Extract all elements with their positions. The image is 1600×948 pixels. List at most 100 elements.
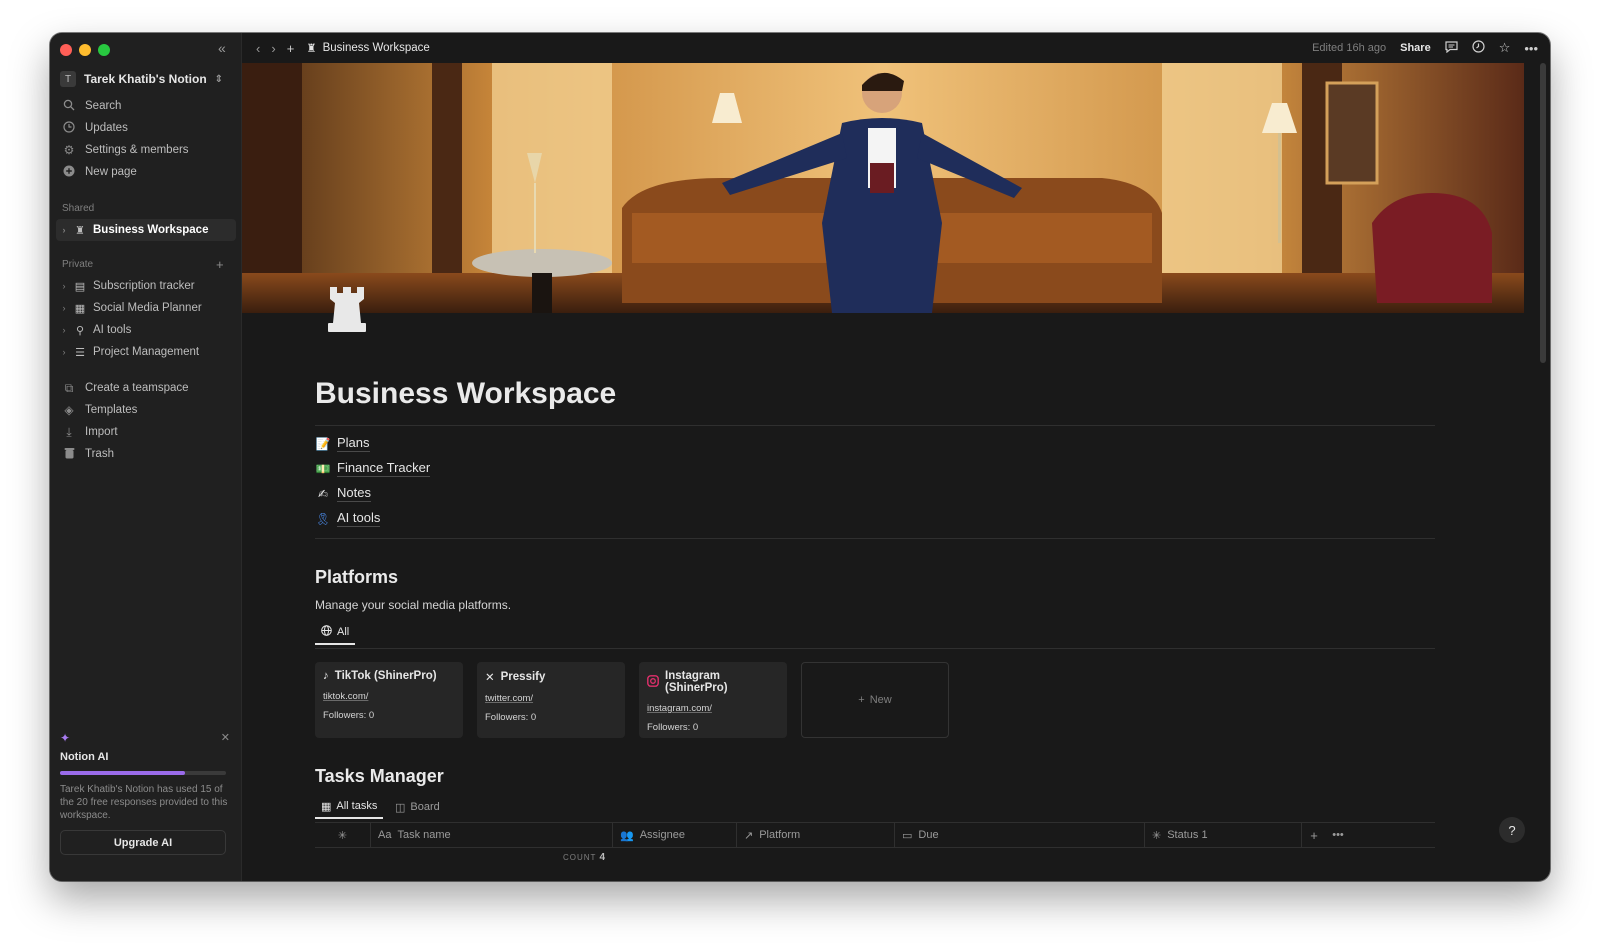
chevron-right-icon[interactable]: ›	[56, 325, 72, 335]
sidebar-item-project-management[interactable]: › ☰ Project Management	[56, 341, 236, 363]
divider	[315, 425, 1435, 426]
page-link-finance-tracker[interactable]: 💵 Finance Tracker	[315, 460, 431, 477]
sidebar-item-label: Templates	[85, 404, 138, 416]
ai-usage-bar-fill	[60, 771, 185, 775]
minimize-window-button[interactable]	[79, 44, 91, 56]
window-controls	[60, 44, 110, 56]
sidebar-item-search[interactable]: Search	[56, 95, 236, 117]
page-scrollbar[interactable]	[1540, 63, 1546, 363]
sidebar-item-business-workspace[interactable]: › ♜ Business Workspace	[56, 219, 236, 241]
sidebar-item-label: Settings & members	[85, 144, 189, 156]
card-url[interactable]: twitter.com/	[485, 693, 617, 704]
sidebar-item-social-media-planner[interactable]: › ▦ Social Media Planner	[56, 297, 236, 319]
sidebar-item-label: Subscription tracker	[93, 280, 195, 292]
more-icon[interactable]: •••	[1326, 822, 1350, 848]
card-url[interactable]: tiktok.com/	[323, 691, 455, 702]
sidebar-item-label: Create a teamspace	[85, 382, 189, 394]
workspace-switcher[interactable]: T Tarek Khatib's Notion ⇕	[60, 71, 223, 87]
column-header-due[interactable]: ▭ Due	[895, 822, 1145, 848]
column-header-status[interactable]: ✳ Status 1	[1145, 822, 1302, 848]
tasks-heading[interactable]: Tasks Manager	[315, 766, 444, 787]
close-window-button[interactable]	[60, 44, 72, 56]
page-link-ai-tools[interactable]: 🎗 AI tools	[315, 510, 381, 527]
card-url[interactable]: instagram.com/	[647, 703, 779, 714]
topbar-actions: Edited 16h ago Share ☆ •••	[1312, 33, 1538, 63]
shapes-icon: ◈	[64, 403, 74, 417]
maximize-window-button[interactable]	[98, 44, 110, 56]
rook-icon[interactable]	[326, 285, 368, 338]
sidebar-item-label: Updates	[85, 122, 128, 134]
count-summary[interactable]: COUNT 4	[563, 852, 605, 863]
history-icon[interactable]	[1472, 40, 1485, 56]
comment-icon[interactable]	[1445, 40, 1458, 56]
nav-arrows: ‹ › +	[242, 41, 294, 56]
platforms-heading[interactable]: Platforms	[315, 567, 398, 588]
page-link-plans[interactable]: 📝 Plans	[315, 435, 370, 452]
chevron-right-icon[interactable]: ›	[56, 303, 72, 313]
tab-board[interactable]: ◫ Board	[389, 795, 446, 819]
back-arrow-icon[interactable]: ‹	[256, 41, 260, 56]
gantt-icon: ☰	[75, 346, 85, 359]
sidebar-item-settings[interactable]: ⚙ Settings & members	[56, 139, 236, 161]
arrow-up-right-icon: ↗	[744, 829, 754, 842]
more-icon[interactable]: •••	[1524, 41, 1538, 56]
sidebar-item-templates[interactable]: ◈ Templates	[56, 399, 236, 421]
new-card-button[interactable]: + New	[801, 662, 949, 738]
sidebar-item-import[interactable]: ⤓ Import	[56, 421, 236, 443]
chevron-right-icon[interactable]: ›	[56, 347, 72, 357]
star-icon[interactable]: ☆	[1499, 40, 1511, 56]
notion-ai-card: ✦ ✕ Notion AI Tarek Khatib's Notion has …	[60, 731, 230, 855]
tab-all-tasks[interactable]: ▦ All tasks	[315, 795, 384, 819]
collapse-sidebar-icon[interactable]: «	[218, 40, 226, 56]
plus-icon: +	[858, 694, 865, 706]
platform-card-pressify[interactable]: ✕ Pressify twitter.com/ Followers: 0	[477, 662, 625, 738]
forward-arrow-icon[interactable]: ›	[271, 41, 275, 56]
page-title[interactable]: Business Workspace	[315, 377, 616, 411]
platforms-description: Manage your social media platforms.	[315, 598, 512, 612]
table-icon: ▦	[74, 302, 86, 315]
section-label-private: Private	[62, 259, 94, 270]
upgrade-ai-button[interactable]: Upgrade AI	[60, 830, 226, 855]
sidebar-item-label: Business Workspace	[93, 224, 209, 236]
plus-circle-icon	[62, 165, 76, 180]
cover-image[interactable]	[242, 63, 1524, 313]
breadcrumb[interactable]: ♜ Business Workspace	[306, 41, 429, 55]
tab-all[interactable]: All	[315, 621, 356, 645]
column-header-task-name[interactable]: Aa Task name	[371, 822, 613, 848]
column-header-platform[interactable]: ↗ Platform	[737, 822, 895, 848]
sidebar-item-trash[interactable]: Trash	[56, 443, 236, 465]
sidebar-item-updates[interactable]: Updates	[56, 117, 236, 139]
edited-timestamp: Edited 16h ago	[1312, 42, 1387, 54]
sidebar-bottom-nav: ⧉ Create a teamspace ◈ Templates ⤓ Impor…	[56, 377, 236, 465]
share-button[interactable]: Share	[1400, 42, 1431, 54]
chevron-right-icon[interactable]: ›	[56, 281, 72, 291]
sidebar-item-label: Social Media Planner	[93, 302, 202, 314]
sidebar-item-ai-tools[interactable]: › ⚲ AI tools	[56, 319, 236, 341]
chevron-right-icon[interactable]: ›	[56, 225, 72, 235]
page-link-notes[interactable]: ✍ Notes	[315, 485, 371, 502]
globe-icon	[321, 625, 332, 639]
money-icon: 💵	[315, 461, 331, 476]
ai-usage-description: Tarek Khatib's Notion has used 15 of the…	[60, 784, 228, 821]
clock-icon	[62, 120, 76, 136]
sidebar-item-label: Search	[85, 100, 122, 112]
platform-card-instagram[interactable]: Instagram (ShinerPro) instagram.com/ Fol…	[639, 662, 787, 738]
status-loader-icon[interactable]: ✳	[315, 822, 371, 848]
sidebar-item-label: Import	[85, 426, 118, 438]
add-private-page-icon[interactable]: +	[216, 257, 224, 272]
topbar: ‹ › + ♜ Business Workspace Edited 16h ag…	[242, 33, 1550, 63]
divider	[315, 538, 1435, 539]
sidebar-item-create-teamspace[interactable]: ⧉ Create a teamspace	[56, 377, 236, 399]
add-column-icon[interactable]: +	[1302, 822, 1326, 848]
sidebar-item-subscription-tracker[interactable]: › ▤ Subscription tracker	[56, 275, 236, 297]
close-icon[interactable]: ✕	[221, 731, 230, 744]
workspace-avatar: T	[60, 71, 76, 87]
platform-card-tiktok[interactable]: ♪ TikTok (ShinerPro) tiktok.com/ Followe…	[315, 662, 463, 738]
help-button[interactable]: ?	[1499, 817, 1525, 843]
sidebar-item-new-page[interactable]: New page	[56, 161, 236, 183]
people-icon: 👥	[620, 829, 634, 842]
column-header-assignee[interactable]: 👥 Assignee	[613, 822, 737, 848]
sidebar-nav: Search Updates ⚙ Settings & members New …	[56, 95, 236, 183]
new-tab-plus-icon[interactable]: +	[287, 41, 295, 56]
status-loader-icon: ✳	[1152, 829, 1162, 842]
